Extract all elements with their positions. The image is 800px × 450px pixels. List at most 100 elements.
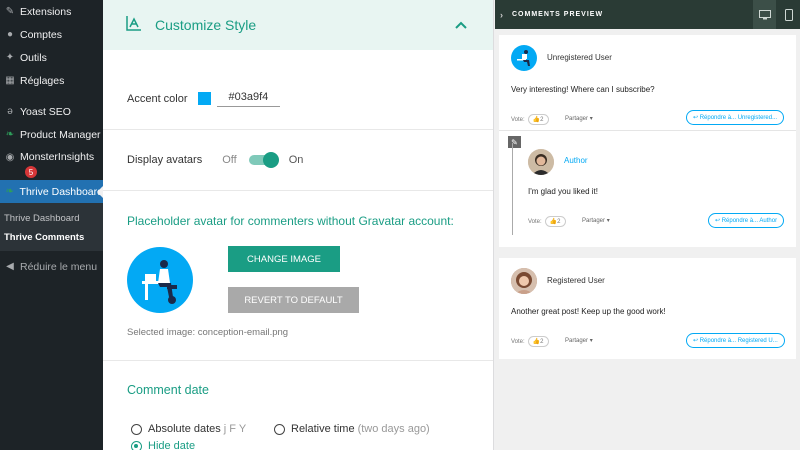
submenu-thrive-comments[interactable]: Thrive Comments xyxy=(0,228,103,247)
wrench-icon: ✦ xyxy=(5,52,15,63)
reply-label: Répondre à... Registered U... xyxy=(699,337,778,344)
vote-label: Vote: xyxy=(511,116,525,123)
settings-icon: ▦ xyxy=(5,75,15,86)
wp-admin-sidebar: ✎ Extensions ● Comptes ✦ Outils ▦ Réglag… xyxy=(0,0,103,450)
vote-count: 2 xyxy=(540,339,544,345)
sidebar-item-label: Thrive Dashboard xyxy=(19,185,103,198)
comment-card: Registered User Another great post! Keep… xyxy=(499,258,796,359)
radio-label: Relative time xyxy=(291,423,355,435)
vote-label: Vote: xyxy=(511,338,525,345)
toggle-on-label: On xyxy=(288,154,304,166)
collapse-menu-button[interactable]: ◀ Réduire le menu xyxy=(0,255,103,278)
sidebar-item-reglages[interactable]: ▦ Réglages xyxy=(0,69,103,92)
comment-text: I'm glad you liked it! xyxy=(528,187,599,196)
radio-hint: j F Y xyxy=(223,423,247,435)
sidebar-item-label: Comptes xyxy=(20,28,63,41)
monster-icon: ◉ xyxy=(5,151,15,163)
accent-color-swatch[interactable] xyxy=(197,92,211,105)
share-dropdown[interactable]: Partager ▾ xyxy=(565,337,593,344)
yoast-icon: ǝ xyxy=(7,106,13,117)
chevron-down-icon: ▾ xyxy=(589,338,593,344)
panel-title: Customize Style xyxy=(155,17,257,33)
display-avatars-label: Display avatars xyxy=(127,154,203,166)
customize-style-panel: Customize Style Accent color #03a9f4 Dis… xyxy=(103,0,494,450)
desktop-icon[interactable] xyxy=(753,0,776,29)
radio-button[interactable] xyxy=(131,423,142,435)
sidebar-item-yoast[interactable]: ǝ Yoast SEO xyxy=(0,100,103,123)
toggle-off-label: Off xyxy=(222,154,237,166)
sidebar-item-label: MonsterInsights xyxy=(20,151,95,163)
avatar xyxy=(511,268,537,294)
comment-text: Very interesting! Where can I subscribe? xyxy=(511,85,655,94)
change-image-button[interactable]: CHANGE IMAGE xyxy=(228,246,340,272)
preview-title: COMMENTS PREVIEW xyxy=(512,11,604,18)
thread-line xyxy=(512,143,513,235)
submenu-thrive-dashboard[interactable]: Thrive Dashboard xyxy=(0,209,103,228)
share-label: Partager xyxy=(565,116,589,122)
avatar xyxy=(511,45,537,71)
radio-relative-time[interactable]: Relative time (two days ago) xyxy=(274,423,430,435)
comment-date-section: Comment date Absolute dates j F Y Relati… xyxy=(103,361,493,450)
notification-badge: 5 xyxy=(25,166,37,178)
upvote-button[interactable]: 👍2 xyxy=(527,336,549,347)
radio-absolute-dates[interactable]: Absolute dates j F Y xyxy=(131,423,246,435)
upvote-button[interactable]: 👍2 xyxy=(527,114,549,125)
accent-color-label: Accent color xyxy=(127,92,188,105)
vote-widget: Vote: 👍2 xyxy=(511,114,549,125)
author-avatar xyxy=(528,149,554,175)
sidebar-item-outils[interactable]: ✦ Outils xyxy=(0,46,103,69)
radio-label: Absolute dates xyxy=(148,423,221,435)
sidebar-submenu: Thrive Dashboard Thrive Comments xyxy=(0,203,103,251)
vote-count: 2 xyxy=(540,117,544,123)
preview-header: › COMMENTS PREVIEW xyxy=(495,0,800,29)
vote-count: 2 xyxy=(557,219,561,225)
display-avatars-row: Display avatars Off On xyxy=(103,130,493,191)
comment-date-title: Comment date xyxy=(127,383,209,397)
comment-text: Another great post! Keep up the good wor… xyxy=(511,307,666,316)
reply-icon: ↩ xyxy=(693,338,700,344)
chevron-right-icon[interactable]: › xyxy=(500,10,504,20)
reply-button[interactable]: ↩ Répondre à... Unregistered... xyxy=(686,110,785,125)
collapse-icon: ◀ xyxy=(6,261,14,272)
accent-color-input[interactable]: #03a9f4 xyxy=(216,91,281,107)
sidebar-item-label: Product Manager xyxy=(20,128,101,141)
vote-widget: Vote: 👍2 xyxy=(528,216,566,227)
chevron-up-icon[interactable] xyxy=(455,16,467,34)
share-dropdown[interactable]: Partager ▾ xyxy=(582,217,610,224)
reply-button[interactable]: ↩ Répondre à... Registered U... xyxy=(686,333,785,348)
leaf-icon: ❧ xyxy=(5,186,14,197)
comment-author: Registered User xyxy=(547,276,605,285)
reply-icon: ↩ xyxy=(693,115,700,121)
edit-icon[interactable]: ✎ xyxy=(508,136,521,148)
sidebar-item-thrive-dashboard[interactable]: ❧ Thrive Dashboard xyxy=(0,180,103,203)
comment-author: Unregistered User xyxy=(547,53,612,62)
vote-label: Vote: xyxy=(528,218,542,225)
sidebar-item-extensions[interactable]: ✎ Extensions xyxy=(0,0,103,23)
share-label: Partager xyxy=(565,338,589,344)
radio-button[interactable] xyxy=(131,440,142,450)
sidebar-item-product-manager[interactable]: ❧ Product Manager xyxy=(0,123,103,146)
mobile-icon[interactable] xyxy=(777,0,800,29)
style-icon xyxy=(125,14,143,37)
revert-default-button[interactable]: REVERT TO DEFAULT xyxy=(228,287,359,313)
sidebar-item-label: Extensions xyxy=(20,5,72,18)
upvote-button[interactable]: 👍2 xyxy=(544,216,566,227)
display-avatars-toggle[interactable] xyxy=(248,152,279,168)
radio-hint: (two days ago) xyxy=(357,423,430,435)
collapse-label: Réduire le menu xyxy=(20,260,98,273)
chevron-down-icon: ▾ xyxy=(606,218,610,224)
vote-widget: Vote: 👍2 xyxy=(511,336,549,347)
radio-hide-date[interactable]: Hide date xyxy=(131,440,195,450)
sidebar-item-monsterinsights[interactable]: ◉ MonsterInsights 5 xyxy=(0,146,103,180)
chevron-down-icon: ▾ xyxy=(589,116,593,122)
panel-header[interactable]: Customize Style xyxy=(103,0,493,50)
sidebar-item-comptes[interactable]: ● Comptes xyxy=(0,23,103,46)
reply-icon: ↩ xyxy=(715,218,722,224)
reply-button[interactable]: ↩ Répondre à... Author xyxy=(708,213,785,228)
divider xyxy=(499,130,796,131)
radio-button[interactable] xyxy=(274,423,285,435)
reply-label: Répondre à... Author xyxy=(721,217,778,224)
placeholder-avatar-image xyxy=(127,247,193,313)
placeholder-avatar-section: Placeholder avatar for commenters withou… xyxy=(103,191,493,361)
share-dropdown[interactable]: Partager ▾ xyxy=(565,115,593,122)
